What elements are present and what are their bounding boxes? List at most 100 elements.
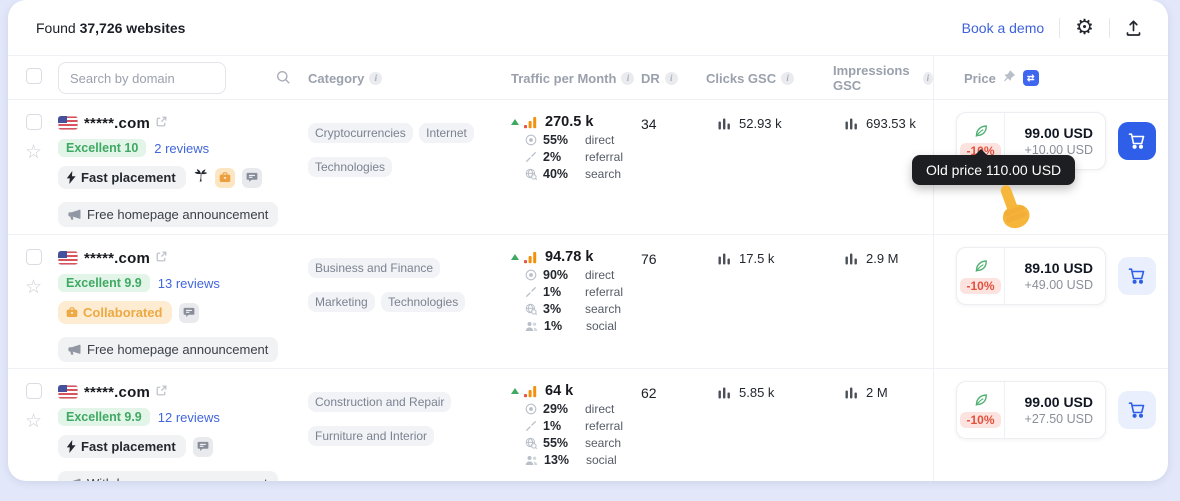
breakdown-pct: 90%: [543, 268, 569, 282]
breakdown-label: referral: [585, 285, 624, 299]
comment-icon[interactable]: [179, 302, 200, 323]
favorite-star-icon[interactable]: ☆: [25, 412, 58, 431]
palm-tree-icon[interactable]: [193, 168, 208, 188]
us-flag-icon: [58, 116, 78, 130]
old-price-tooltip: Old price 110.00 USD: [912, 149, 1076, 185]
reviews-link[interactable]: 12 reviews: [158, 410, 220, 425]
lightning-icon: [66, 171, 76, 184]
traffic-bars-icon: [524, 116, 537, 128]
search-input[interactable]: [58, 62, 226, 94]
bar-chart-icon: [845, 387, 857, 398]
bar-chart-icon: [845, 118, 857, 129]
referral-icon: [526, 152, 536, 162]
clicks-value: 17.5 k: [739, 251, 775, 266]
price-sort-badge-icon[interactable]: ⇄: [1022, 70, 1039, 86]
breakdown-pct: 55%: [543, 133, 569, 147]
referral-icon: [526, 421, 536, 431]
select-all-checkbox[interactable]: [26, 67, 42, 84]
category-pill: Cryptocurrencies: [308, 123, 413, 143]
search-source-icon: [525, 303, 537, 315]
reviews-link[interactable]: 2 reviews: [154, 141, 209, 156]
column-price[interactable]: Price: [964, 71, 996, 86]
divider: [1109, 17, 1110, 38]
row-checkbox[interactable]: [26, 383, 42, 399]
price-card[interactable]: -10% 99.00 USD +27.50 USD: [956, 381, 1106, 439]
external-link-icon[interactable]: [156, 249, 167, 267]
results-card: Found 37,726 websites Book a demo ⚙ Cate…: [8, 0, 1168, 481]
price-card[interactable]: -10% 89.10 USD +49.00 USD: [956, 247, 1106, 305]
breakdown-label: social: [586, 453, 617, 467]
breakdown-label: referral: [585, 150, 624, 164]
price-value: 99.00 USD: [1024, 394, 1093, 410]
dr-value: 34: [641, 116, 657, 132]
trend-up-icon: [511, 254, 519, 260]
add-to-cart-button[interactable]: [1118, 391, 1156, 429]
bar-chart-icon: [718, 253, 730, 264]
domain-name[interactable]: *****.com: [84, 250, 150, 267]
book-demo-link[interactable]: Book a demo: [962, 20, 1045, 36]
external-link-icon[interactable]: [156, 114, 167, 132]
column-dr[interactable]: DR: [641, 71, 660, 86]
breakdown-pct: 2%: [543, 150, 562, 164]
info-icon[interactable]: i: [621, 71, 635, 85]
reviews-link[interactable]: 13 reviews: [158, 276, 220, 291]
results-count: Found 37,726 websites: [36, 19, 186, 36]
domain-name[interactable]: *****.com: [84, 115, 150, 132]
breakdown-pct: 13%: [544, 453, 570, 467]
column-clicks[interactable]: Clicks GSC: [706, 71, 776, 86]
top-header: Found 37,726 websites Book a demo ⚙: [8, 0, 1168, 56]
breakdown-pct: 55%: [543, 436, 569, 450]
add-to-cart-button[interactable]: [1118, 257, 1156, 295]
category-pill: Technologies: [381, 291, 466, 312]
search-icon: [276, 70, 291, 90]
briefcase-icon: [66, 307, 78, 317]
favorite-star-icon[interactable]: ☆: [25, 143, 58, 162]
leaf-icon: [974, 125, 987, 137]
briefcase-icon[interactable]: [214, 167, 235, 188]
rating-badge: Excellent 9.9: [58, 274, 150, 292]
divider: [1059, 17, 1061, 38]
impressions-value: 693.53 k: [866, 116, 916, 131]
bar-chart-icon: [845, 253, 857, 264]
add-to-cart-button[interactable]: [1118, 122, 1156, 160]
category-cell: Construction and Repair Furniture and In…: [300, 369, 503, 481]
comment-icon[interactable]: [192, 436, 213, 457]
dr-value: 76: [641, 251, 657, 267]
column-traffic[interactable]: Traffic per Month: [511, 71, 616, 86]
search-source-icon: [525, 437, 537, 449]
favorite-star-icon[interactable]: ☆: [25, 278, 58, 297]
impressions-value: 2 M: [866, 385, 888, 400]
discount-badge[interactable]: -10%: [960, 278, 1001, 294]
traffic-value: 270.5 k: [545, 114, 594, 130]
row-checkbox[interactable]: [26, 114, 42, 130]
fast-placement-tag: Fast placement: [58, 435, 186, 458]
domain-name[interactable]: *****.com: [84, 384, 150, 401]
info-icon[interactable]: i: [922, 71, 933, 85]
info-icon[interactable]: i: [781, 71, 795, 85]
pin-icon[interactable]: [1003, 70, 1016, 86]
info-icon[interactable]: i: [664, 71, 678, 85]
cart-icon: [1128, 402, 1145, 418]
row-checkbox[interactable]: [26, 249, 42, 265]
breakdown-pct: 1%: [543, 285, 562, 299]
trend-up-icon: [511, 388, 519, 394]
trend-up-icon: [511, 119, 519, 125]
column-impressions[interactable]: Impressions GSC: [833, 63, 918, 93]
rating-badge: Excellent 10: [58, 139, 147, 157]
traffic-value: 64 k: [545, 383, 574, 399]
breakdown-label: direct: [585, 133, 615, 147]
external-link-icon[interactable]: [156, 383, 167, 401]
table-header: Category i Traffic per Month i DR i Clicks …: [8, 56, 1168, 100]
table-row: ☆ *****.com Excellent 9.9 13 reviews Col…: [8, 235, 1168, 369]
comment-icon[interactable]: [241, 167, 262, 188]
discount-badge[interactable]: -10%: [960, 412, 1001, 428]
export-upload-icon[interactable]: [1125, 19, 1142, 37]
clicks-value: 5.85 k: [739, 385, 775, 400]
direct-icon: [525, 269, 537, 281]
column-category[interactable]: Category: [308, 71, 364, 86]
breakdown-label: search: [585, 436, 622, 450]
bar-chart-icon: [718, 387, 730, 398]
info-icon[interactable]: i: [369, 71, 383, 85]
settings-gear-icon[interactable]: ⚙: [1075, 17, 1094, 38]
lightning-icon: [66, 440, 76, 453]
